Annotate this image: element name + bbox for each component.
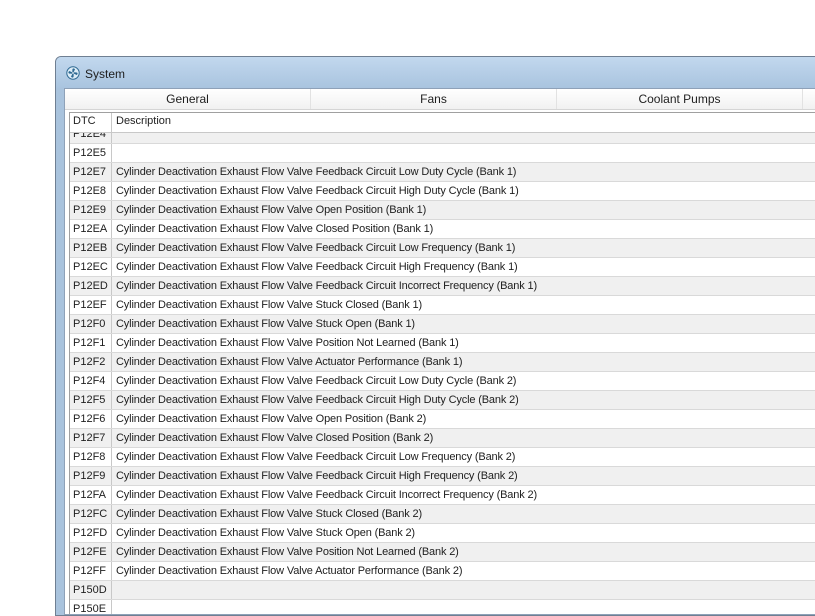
- column-header-dtc[interactable]: DTC: [70, 113, 112, 132]
- dtc-code-cell: P12FC: [70, 505, 112, 523]
- table-row[interactable]: P12E5: [70, 144, 815, 163]
- table-row[interactable]: P12F9 Cylinder Deactivation Exhaust Flow …: [70, 467, 815, 486]
- dtc-code-cell: P12F6: [70, 410, 112, 428]
- table-row[interactable]: P12F7 Cylinder Deactivation Exhaust Flow …: [70, 429, 815, 448]
- dtc-description-cell: Cylinder Deactivation Exhaust Flow Valve…: [116, 489, 537, 501]
- dtc-description-cell: Cylinder Deactivation Exhaust Flow Valve…: [116, 375, 517, 387]
- dtc-code-cell: P12F2: [70, 353, 112, 371]
- dtc-grid[interactable]: P12E4 P12E5 P12E7 Cylinder Deactivation Exh…: [69, 112, 815, 614]
- dtc-description-cell: Cylinder Deactivation Exhaust Flow Valve…: [116, 204, 427, 216]
- table-row[interactable]: P150D: [70, 581, 815, 600]
- dtc-code-cell: P12E7: [70, 163, 112, 181]
- dtc-code-cell: P12F0: [70, 315, 112, 333]
- table-row[interactable]: P12FF Cylinder Deactivation Exhaust Flow …: [70, 562, 815, 581]
- dtc-description-cell: Cylinder Deactivation Exhaust Flow Valve…: [116, 413, 427, 425]
- system-window: System General Fans Coolant Pumps P12E4 P…: [55, 56, 815, 616]
- dtc-description-cell: [112, 144, 116, 162]
- dtc-code-cell: P12F8: [70, 448, 112, 466]
- table-row[interactable]: P12ED Cylinder Deactivation Exhaust Flow …: [70, 277, 815, 296]
- dtc-code-cell: P150D: [70, 581, 112, 599]
- tab-strip: General Fans Coolant Pumps: [65, 89, 815, 110]
- dtc-description-cell: Cylinder Deactivation Exhaust Flow Valve…: [116, 299, 422, 311]
- dtc-description-cell: Cylinder Deactivation Exhaust Flow Valve…: [116, 223, 434, 235]
- dtc-description-cell: Cylinder Deactivation Exhaust Flow Valve…: [116, 508, 422, 520]
- dtc-code-cell: P12F9: [70, 467, 112, 485]
- table-row[interactable]: P12F8 Cylinder Deactivation Exhaust Flow …: [70, 448, 815, 467]
- table-row[interactable]: P12F1 Cylinder Deactivation Exhaust Flow …: [70, 334, 815, 353]
- dtc-description-cell: Cylinder Deactivation Exhaust Flow Valve…: [116, 432, 434, 444]
- dtc-description-cell: Cylinder Deactivation Exhaust Flow Valve…: [116, 394, 519, 406]
- dtc-code-cell: P12E8: [70, 182, 112, 200]
- table-row[interactable]: P12E9 Cylinder Deactivation Exhaust Flow …: [70, 201, 815, 220]
- table-row[interactable]: P12FD Cylinder Deactivation Exhaust Flow …: [70, 524, 815, 543]
- dtc-description-cell: Cylinder Deactivation Exhaust Flow Valve…: [116, 470, 518, 482]
- tab-coolant-pumps[interactable]: Coolant Pumps: [557, 89, 803, 109]
- dtc-description-cell: Cylinder Deactivation Exhaust Flow Valve…: [116, 261, 518, 273]
- tab-general[interactable]: General: [65, 89, 311, 109]
- table-row[interactable]: P12EC Cylinder Deactivation Exhaust Flow …: [70, 258, 815, 277]
- window-title: System: [85, 67, 126, 81]
- dtc-description-cell: Cylinder Deactivation Exhaust Flow Valve…: [116, 527, 415, 539]
- dtc-rows: P12E4 P12E5 P12E7 Cylinder Deactivation Exh…: [70, 125, 815, 614]
- title-bar[interactable]: System: [56, 57, 815, 88]
- table-row[interactable]: P12EB Cylinder Deactivation Exhaust Flow …: [70, 239, 815, 258]
- table-row[interactable]: P12E7 Cylinder Deactivation Exhaust Flow …: [70, 163, 815, 182]
- dtc-description-cell: Cylinder Deactivation Exhaust Flow Valve…: [116, 318, 415, 330]
- dtc-code-cell: P12EC: [70, 258, 112, 276]
- table-row[interactable]: P12F5 Cylinder Deactivation Exhaust Flow …: [70, 391, 815, 410]
- dtc-code-cell: P12F7: [70, 429, 112, 447]
- dtc-code-cell: P150E: [70, 600, 112, 614]
- dtc-description-cell: Cylinder Deactivation Exhaust Flow Valve…: [116, 185, 519, 197]
- dtc-code-cell: P12F4: [70, 372, 112, 390]
- table-row[interactable]: P12F4 Cylinder Deactivation Exhaust Flow …: [70, 372, 815, 391]
- dtc-code-cell: P12FA: [70, 486, 112, 504]
- dtc-code-cell: P12EF: [70, 296, 112, 314]
- dtc-description-cell: Cylinder Deactivation Exhaust Flow Valve…: [116, 546, 459, 558]
- window-client-area: General Fans Coolant Pumps P12E4 P12E5 P12…: [64, 88, 815, 615]
- table-row[interactable]: P12FA Cylinder Deactivation Exhaust Flow …: [70, 486, 815, 505]
- table-row[interactable]: P12EA Cylinder Deactivation Exhaust Flow …: [70, 220, 815, 239]
- dtc-description-cell: Cylinder Deactivation Exhaust Flow Valve…: [116, 242, 516, 254]
- table-row[interactable]: P12F2 Cylinder Deactivation Exhaust Flow …: [70, 353, 815, 372]
- tab-fans[interactable]: Fans: [311, 89, 557, 109]
- dtc-code-cell: P12FF: [70, 562, 112, 580]
- dtc-description-cell: Cylinder Deactivation Exhaust Flow Valve…: [116, 337, 459, 349]
- dtc-code-cell: P12F5: [70, 391, 112, 409]
- dtc-description-cell: Cylinder Deactivation Exhaust Flow Valve…: [116, 356, 463, 368]
- dtc-code-cell: P12EA: [70, 220, 112, 238]
- dtc-description-cell: Cylinder Deactivation Exhaust Flow Valve…: [116, 280, 537, 292]
- table-row[interactable]: P12F6 Cylinder Deactivation Exhaust Flow …: [70, 410, 815, 429]
- table-row[interactable]: P12E8 Cylinder Deactivation Exhaust Flow …: [70, 182, 815, 201]
- dtc-code-cell: P12FE: [70, 543, 112, 561]
- table-row[interactable]: P12FC Cylinder Deactivation Exhaust Flow …: [70, 505, 815, 524]
- fan-icon: [66, 66, 80, 80]
- dtc-description-cell: Cylinder Deactivation Exhaust Flow Valve…: [116, 166, 517, 178]
- table-row[interactable]: P12F0 Cylinder Deactivation Exhaust Flow …: [70, 315, 815, 334]
- column-header-description[interactable]: Description: [112, 113, 171, 132]
- dtc-description-cell: [112, 600, 116, 614]
- dtc-code-cell: P12FD: [70, 524, 112, 542]
- table-row[interactable]: P150E: [70, 600, 815, 614]
- dtc-description-cell: Cylinder Deactivation Exhaust Flow Valve…: [116, 451, 516, 463]
- table-row[interactable]: P12FE Cylinder Deactivation Exhaust Flow …: [70, 543, 815, 562]
- dtc-description-cell: Cylinder Deactivation Exhaust Flow Valve…: [116, 565, 463, 577]
- dtc-code-cell: P12EB: [70, 239, 112, 257]
- dtc-description-cell: [112, 581, 116, 599]
- grid-header: DTC Description: [70, 113, 815, 133]
- dtc-code-cell: P12F1: [70, 334, 112, 352]
- dtc-code-cell: P12ED: [70, 277, 112, 295]
- dtc-code-cell: P12E5: [70, 144, 112, 162]
- table-row[interactable]: P12EF Cylinder Deactivation Exhaust Flow …: [70, 296, 815, 315]
- dtc-code-cell: P12E9: [70, 201, 112, 219]
